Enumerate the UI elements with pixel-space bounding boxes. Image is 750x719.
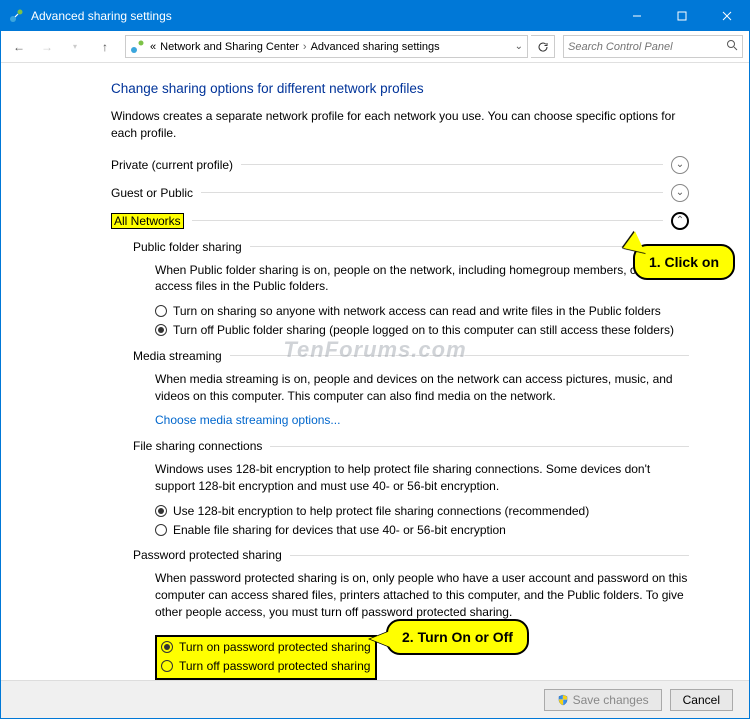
- nav-forward-button: →: [35, 35, 59, 59]
- callout-turn-on-off: 2. Turn On or Off: [386, 619, 529, 655]
- search-input[interactable]: [568, 41, 726, 53]
- file-sharing-desc: Windows uses 128-bit encryption to help …: [155, 461, 689, 495]
- refresh-button[interactable]: [531, 35, 555, 58]
- chevron-down-icon: ⌄: [676, 187, 684, 198]
- maximize-button[interactable]: [659, 1, 704, 31]
- password-sharing-desc: When password protected sharing is on, o…: [155, 570, 689, 620]
- media-streaming-desc: When media streaming is on, people and d…: [155, 371, 689, 405]
- section-title-all-networks: All Networks: [111, 213, 184, 229]
- public-sharing-off-radio[interactable]: [155, 324, 167, 336]
- encryption-40-56-radio[interactable]: [155, 524, 167, 536]
- chevron-up-icon: ⌃: [676, 215, 684, 226]
- password-sharing-title: Password protected sharing: [133, 548, 282, 562]
- file-sharing-title: File sharing connections: [133, 439, 262, 453]
- nav-back-button[interactable]: ←: [7, 35, 31, 59]
- subsection-password-sharing: Password protected sharing When password…: [133, 548, 689, 680]
- navbar: ← → ▾ ↑ « Network and Sharing Center › A…: [1, 31, 749, 63]
- save-changes-label: Save changes: [573, 693, 649, 707]
- callout-click-on: 1. Click on: [633, 244, 735, 280]
- subsection-public-folder-sharing: Public folder sharing When Public folder…: [133, 240, 689, 339]
- content-pane: Change sharing options for different net…: [1, 63, 749, 683]
- subsection-file-sharing: File sharing connections Windows uses 12…: [133, 439, 689, 538]
- expand-private-button[interactable]: ⌄: [671, 156, 689, 174]
- chevron-down-icon: ⌄: [676, 159, 684, 170]
- nav-up-button[interactable]: ↑: [93, 35, 117, 59]
- page-title: Change sharing options for different net…: [111, 81, 689, 96]
- section-all-networks: All Networks ⌃ Public folder sharing Whe…: [111, 212, 689, 681]
- public-sharing-on-label: Turn on sharing so anyone with network a…: [173, 303, 661, 320]
- public-folder-sharing-title: Public folder sharing: [133, 240, 242, 254]
- shield-icon: [557, 694, 569, 706]
- page-description: Windows creates a separate network profi…: [111, 108, 689, 142]
- section-title-private: Private (current profile): [111, 158, 233, 172]
- password-off-label: Turn off password protected sharing: [179, 658, 370, 675]
- breadcrumb-icon: [130, 39, 146, 55]
- window-title: Advanced sharing settings: [31, 9, 614, 23]
- cancel-label: Cancel: [683, 693, 720, 707]
- breadcrumb-separator: ›: [303, 41, 307, 53]
- subsection-media-streaming: Media streaming When media streaming is …: [133, 349, 689, 429]
- public-sharing-off-label: Turn off Public folder sharing (people l…: [173, 322, 674, 339]
- encryption-40-56-label: Enable file sharing for devices that use…: [173, 522, 506, 539]
- section-private: Private (current profile) ⌄: [111, 156, 689, 174]
- cancel-button[interactable]: Cancel: [670, 689, 733, 711]
- close-button[interactable]: [704, 1, 749, 31]
- media-streaming-title: Media streaming: [133, 349, 222, 363]
- search-icon[interactable]: [726, 39, 738, 54]
- minimize-button[interactable]: [614, 1, 659, 31]
- breadcrumb-item[interactable]: Network and Sharing Center: [160, 41, 299, 53]
- network-icon: [9, 8, 25, 24]
- breadcrumb[interactable]: « Network and Sharing Center › Advanced …: [125, 35, 528, 58]
- encryption-128-radio[interactable]: [155, 505, 167, 517]
- encryption-128-label: Use 128-bit encryption to help protect f…: [173, 503, 589, 520]
- save-changes-button[interactable]: Save changes: [544, 689, 662, 711]
- password-on-label: Turn on password protected sharing: [179, 639, 371, 656]
- titlebar: Advanced sharing settings: [1, 1, 749, 31]
- public-sharing-on-radio[interactable]: [155, 305, 167, 317]
- public-folder-sharing-desc: When Public folder sharing is on, people…: [155, 262, 689, 296]
- breadcrumb-dropdown-icon[interactable]: ⌄: [515, 41, 523, 52]
- collapse-all-networks-button[interactable]: ⌃: [671, 212, 689, 230]
- search-box[interactable]: [563, 35, 743, 58]
- expand-guest-button[interactable]: ⌄: [671, 184, 689, 202]
- media-streaming-options-link[interactable]: Choose media streaming options...: [155, 412, 689, 429]
- breadcrumb-prefix[interactable]: «: [150, 41, 156, 53]
- breadcrumb-item[interactable]: Advanced sharing settings: [311, 41, 440, 53]
- footer: Save changes Cancel: [1, 680, 749, 718]
- section-guest: Guest or Public ⌄: [111, 184, 689, 202]
- password-off-radio[interactable]: [161, 660, 173, 672]
- section-title-guest: Guest or Public: [111, 186, 193, 200]
- password-on-radio[interactable]: [161, 641, 173, 653]
- nav-recent-dropdown[interactable]: ▾: [63, 35, 87, 59]
